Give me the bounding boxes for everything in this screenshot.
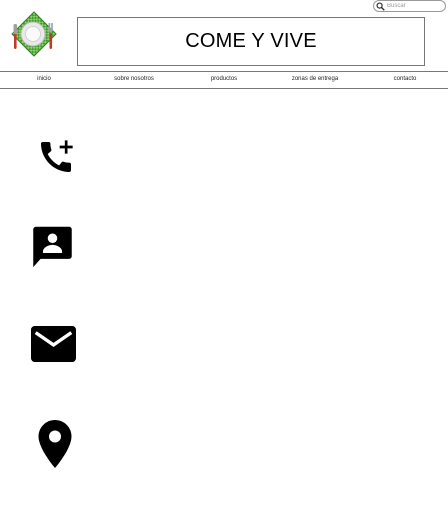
nav-item-contacto[interactable]: contacto — [394, 76, 417, 82]
nav-item-zonas-de-entrega[interactable]: zonas de entrega — [292, 76, 338, 82]
location-link[interactable] — [37, 420, 73, 468]
nav-item-inicio[interactable]: inicio — [37, 76, 51, 82]
add-call-link[interactable] — [35, 137, 77, 177]
email-link[interactable] — [31, 326, 76, 362]
mail-icon — [31, 326, 76, 362]
add-call-icon — [41, 140, 73, 172]
contact-message-link[interactable] — [30, 224, 75, 268]
site-title: COME Y VIVE — [185, 30, 317, 52]
search-box[interactable] — [373, 0, 446, 12]
main-nav: inicio sobre nosotros productos zonas de… — [0, 71, 448, 89]
location-pin-icon — [38, 420, 72, 468]
site-title-box: COME Y VIVE — [77, 17, 425, 66]
logo[interactable] — [10, 11, 58, 58]
search-input[interactable] — [385, 1, 443, 11]
nav-item-sobre-nosotros[interactable]: sobre nosotros — [114, 76, 154, 82]
contact-message-icon — [33, 226, 72, 268]
plate-fork-knife-logo-icon — [11, 11, 57, 57]
search-icon — [376, 1, 385, 11]
nav-item-productos[interactable]: productos — [211, 76, 237, 82]
